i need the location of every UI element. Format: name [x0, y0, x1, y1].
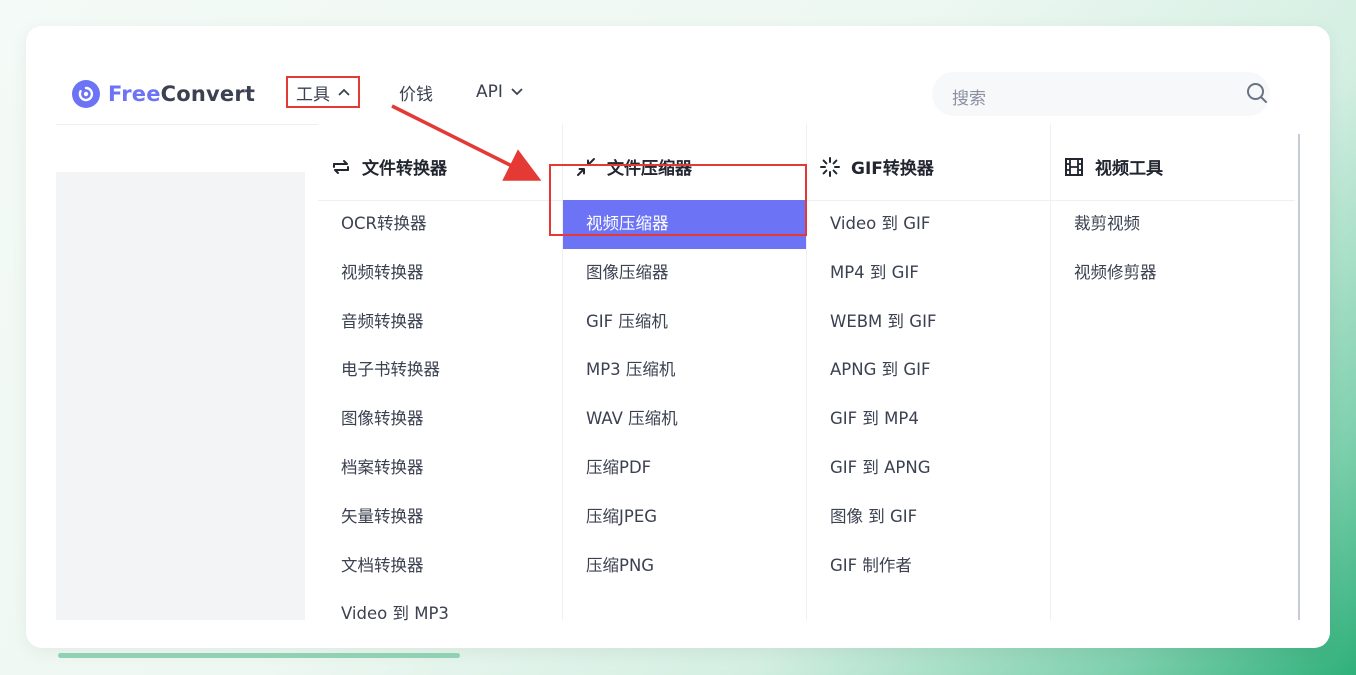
menu-item-webm-to-gif[interactable]: WEBM 到 GIF	[807, 298, 1051, 347]
convert-arrows-icon	[330, 156, 352, 178]
column-items: OCR转换器 视频转换器 音频转换器 电子书转换器 图像转换器 档案转换器 矢量…	[318, 200, 562, 639]
side-panel	[56, 172, 305, 620]
dropdown-scrollbar[interactable]	[1298, 134, 1300, 620]
column-heading: GIF转换器	[819, 154, 934, 179]
loader-sparkle-icon	[819, 156, 841, 178]
menu-item-image-compressor[interactable]: 图像压缩器	[563, 249, 807, 298]
brand-name-part2: Convert	[160, 82, 256, 106]
menu-column-file-converter: 文件转换器 OCR转换器 视频转换器 音频转换器 电子书转换器 图像转换器 档案…	[318, 124, 562, 623]
menu-item-video-to-mp3[interactable]: Video 到 MP3	[318, 590, 562, 639]
column-title: 文件转换器	[362, 159, 447, 179]
menu-item-archive-converter[interactable]: 档案转换器	[318, 444, 562, 493]
nav-api-label: API	[476, 82, 503, 102]
menu-column-gif-converter: GIF转换器 Video 到 GIF MP4 到 GIF WEBM 到 GIF …	[806, 124, 1051, 620]
menu-item-ocr-converter[interactable]: OCR转换器	[318, 200, 562, 249]
menu-item-mp3-compressor[interactable]: MP3 压缩机	[563, 346, 807, 395]
film-icon	[1063, 156, 1085, 178]
nav-api-menu[interactable]: API	[476, 76, 523, 108]
horizontal-scrollbar[interactable]	[58, 653, 460, 658]
chevron-down-icon	[511, 85, 523, 100]
nav-tools-label: 工具	[296, 84, 330, 105]
search-input[interactable]: 搜索	[932, 72, 1270, 116]
column-heading: 文件转换器	[330, 154, 447, 179]
column-items: 视频压缩器 图像压缩器 GIF 压缩机 MP3 压缩机 WAV 压缩机 压缩PD…	[563, 200, 807, 590]
freeconvert-logo-icon	[72, 80, 100, 108]
column-title: 视频工具	[1095, 159, 1163, 179]
menu-item-document-converter[interactable]: 文档转换器	[318, 542, 562, 591]
nav-price-link[interactable]: 价钱	[399, 76, 433, 108]
menu-column-video-tools: 视频工具 裁剪视频 视频修剪器	[1050, 124, 1295, 620]
menu-item-gif-to-mp4[interactable]: GIF 到 MP4	[807, 395, 1051, 444]
column-heading: 视频工具	[1063, 154, 1163, 179]
menu-item-gif-compressor[interactable]: GIF 压缩机	[563, 298, 807, 347]
tools-dropdown: 文件转换器 OCR转换器 视频转换器 音频转换器 电子书转换器 图像转换器 档案…	[318, 124, 1300, 623]
menu-item-mp4-to-gif[interactable]: MP4 到 GIF	[807, 249, 1051, 298]
menu-item-compress-jpeg[interactable]: 压缩JPEG	[563, 493, 807, 542]
menu-item-video-to-gif[interactable]: Video 到 GIF	[807, 200, 1051, 249]
menu-item-apng-to-gif[interactable]: APNG 到 GIF	[807, 346, 1051, 395]
menu-item-gif-maker[interactable]: GIF 制作者	[807, 542, 1051, 591]
menu-item-ebook-converter[interactable]: 电子书转换器	[318, 346, 562, 395]
menu-item-vector-converter[interactable]: 矢量转换器	[318, 493, 562, 542]
menu-item-compress-png[interactable]: 压缩PNG	[563, 542, 807, 591]
menu-item-video-trimmer[interactable]: 视频修剪器	[1051, 249, 1295, 298]
menu-item-wav-compressor[interactable]: WAV 压缩机	[563, 395, 807, 444]
chevron-up-icon	[338, 85, 350, 100]
nav-price-label: 价钱	[399, 84, 433, 105]
search-icon[interactable]	[1246, 82, 1268, 104]
logo[interactable]: FreeConvert	[72, 80, 255, 108]
highlight-box	[549, 164, 807, 236]
menu-item-crop-video[interactable]: 裁剪视频	[1051, 200, 1295, 249]
column-title: GIF转换器	[851, 159, 934, 179]
menu-item-image-converter[interactable]: 图像转换器	[318, 395, 562, 444]
menu-item-audio-converter[interactable]: 音频转换器	[318, 298, 562, 347]
header-divider	[56, 124, 318, 125]
nav-tools-menu[interactable]: 工具	[286, 76, 360, 108]
menu-item-video-converter[interactable]: 视频转换器	[318, 249, 562, 298]
menu-item-image-to-gif[interactable]: 图像 到 GIF	[807, 493, 1051, 542]
menu-item-gif-to-apng[interactable]: GIF 到 APNG	[807, 444, 1051, 493]
brand-name-part1: Free	[108, 82, 161, 106]
app-card: FreeConvert 工具 价钱 API 搜索 文件转换器 OCR转换器 视频…	[26, 26, 1330, 648]
column-items: Video 到 GIF MP4 到 GIF WEBM 到 GIF APNG 到 …	[807, 200, 1051, 590]
brand-name: FreeConvert	[108, 82, 255, 106]
search-placeholder: 搜索	[952, 89, 986, 109]
menu-item-compress-pdf[interactable]: 压缩PDF	[563, 444, 807, 493]
column-items: 裁剪视频 视频修剪器	[1051, 200, 1295, 298]
